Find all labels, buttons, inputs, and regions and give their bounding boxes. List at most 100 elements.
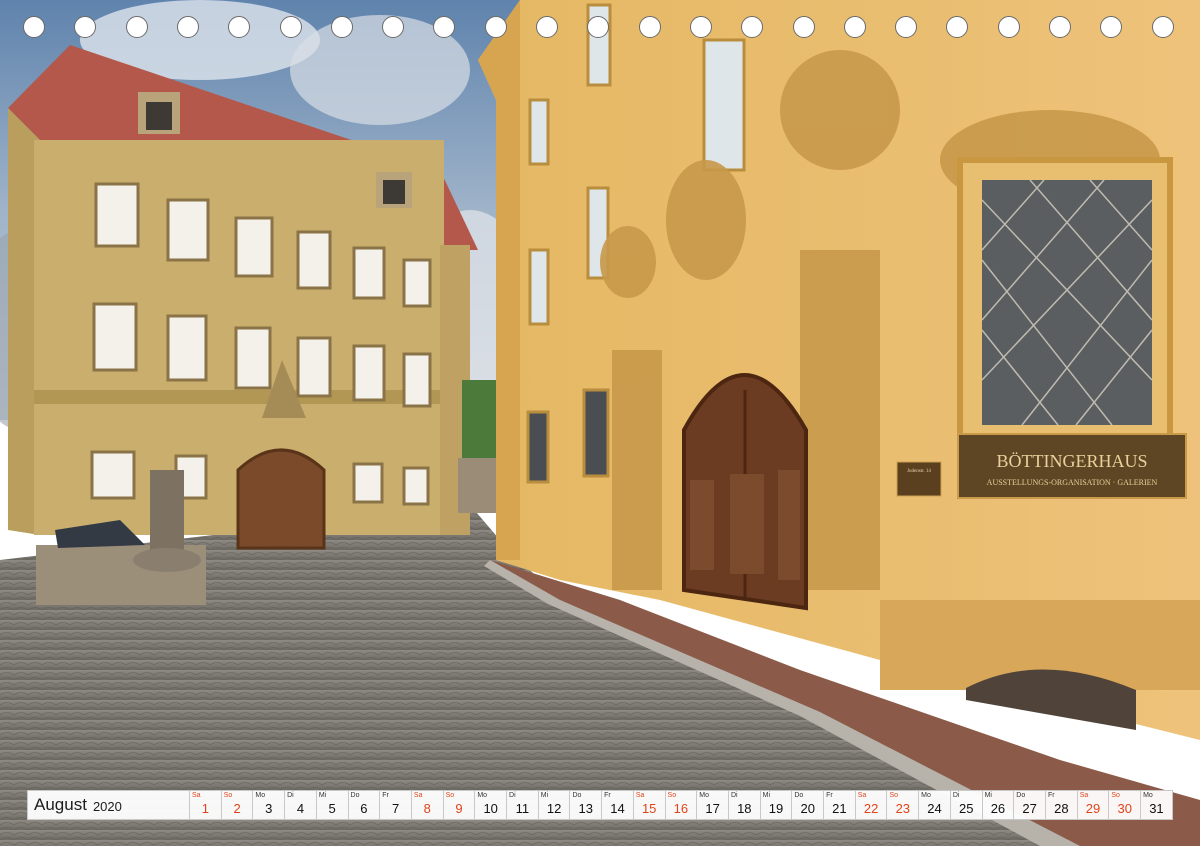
weekday-label: Mi [984,792,992,799]
calendar-day: Sa 29 [1076,790,1109,820]
weekday-label: So [667,792,677,799]
weekday-label: Sa [192,792,201,799]
weekday-label: Sa [635,792,645,799]
weekday-label: Di [952,792,960,799]
weekday-label: So [223,792,233,799]
barred-window [982,180,1152,425]
weekday-label: Fr [382,792,389,799]
calendar-day: Fr 28 [1044,790,1077,820]
day-number: 14 [610,801,625,816]
calendar-day: Sa 15 [632,790,665,820]
day-number: 18 [737,801,752,816]
day-number: 17 [705,801,720,816]
day-number: 9 [455,801,463,816]
weekday-label: Do [1016,792,1026,799]
weekday-label: Mo [255,792,266,799]
weekday-label: Fr [1047,792,1055,799]
day-number: 27 [1022,801,1037,816]
day-number: 25 [958,801,974,816]
calendar-day: Mo 31 [1140,790,1173,820]
calendar-day: So 9 [442,790,475,820]
weekday-label: Do [794,792,804,799]
weekday-label: Di [509,792,516,799]
calendar-day: Di 11 [506,790,538,820]
calendar-day: So 30 [1108,790,1141,820]
weekday-label: Mi [540,792,549,799]
calendar-day: Mi 5 [315,790,348,820]
calendar-day: Mi 12 [537,790,570,820]
calendar-day: Sa 22 [854,790,887,820]
weekday-label: Mo [699,792,709,799]
day-number: 7 [391,801,400,816]
weekday-label: So [889,792,899,799]
street-photo: Judenstr. 14 BÖTTINGERHAUS AUSSTELLUNGS-… [0,0,1200,846]
weekday-label: Sa [857,792,867,799]
address-plaque-text: Judenstr. 14 [907,469,931,474]
day-number: 3 [265,801,273,816]
day-number: 29 [1085,801,1101,816]
building-sign-title: BÖTTINGERHAUS [997,451,1148,471]
day-number: 24 [927,801,942,816]
day-number: 31 [1149,801,1164,816]
month-name: August [34,795,87,814]
weekday-label: Do [350,792,360,799]
day-number: 23 [895,801,911,816]
weekday-label: Do [572,792,582,799]
calendar-day: So 2 [220,790,253,820]
address-plaque [896,461,942,497]
weekday-label: So [1111,792,1120,799]
weekday-label: Mo [921,792,931,799]
day-number: 12 [546,801,562,816]
day-number: 15 [641,801,657,816]
calendar-day: So 23 [886,790,919,820]
weekday-label: Mi [762,792,771,799]
day-number: 11 [515,801,530,816]
calendar-day: Fr 7 [379,790,411,820]
day-number: 19 [768,801,784,816]
calendar-day: Sa 8 [410,790,443,820]
calendar-day: Mo 24 [918,790,950,820]
weekday-label: Di [287,792,294,799]
calendar-day: Sa 1 [189,790,221,820]
day-number: 6 [360,801,368,816]
weekday-label: Sa [413,792,423,799]
day-number: 22 [863,801,879,816]
calendar-day: Mo 3 [252,790,285,820]
calendar-day: Do 27 [1013,790,1045,820]
calendar-day: Do 13 [569,790,602,820]
day-number: 21 [832,801,847,816]
calendar-day: Mi 26 [981,790,1014,820]
calendar-day: Di 25 [949,790,982,820]
calendar-strip: August 2020 Sa 1 So 2 Mo 3 Di 4 Mi 5 Do 6 Fr 7 Sa 8 So 9 M… [27,790,1173,820]
calendar-day: Do 20 [791,790,824,820]
month-year: 2020 [92,799,122,814]
day-number: 8 [423,801,431,816]
calendar-day: Do 6 [347,790,380,820]
weekday-label: Sa [1079,792,1089,799]
weekday-label: Fr [604,792,611,799]
calendar-day: Mo 17 [696,790,728,820]
calendar-page: Judenstr. 14 BÖTTINGERHAUS AUSSTELLUNGS-… [0,0,1200,846]
calendar-day: Fr 21 [823,790,855,820]
day-number: 10 [483,801,498,816]
weekday-label: Mi [318,792,327,799]
day-number: 4 [296,801,305,816]
calendar-day: Mi 19 [759,790,792,820]
day-number: 28 [1054,801,1069,816]
day-number: 20 [800,801,815,816]
weekday-label: Fr [826,792,833,799]
day-number: 13 [578,801,594,816]
calendar-day: Fr 14 [601,790,633,820]
calendar-day: So 16 [664,790,697,820]
calendar-day: Di 4 [284,790,316,820]
weekday-label: So [445,792,455,799]
building-sign-subtitle: AUSSTELLUNGS-ORGANISATION · GALERIEN [987,478,1158,487]
calendar-day: Di 18 [727,790,760,820]
day-number: 1 [201,801,209,816]
day-cells: Sa 1 So 2 Mo 3 Di 4 Mi 5 Do 6 Fr 7 Sa 8 So 9 Mo 10 Di 11 Mi 12 D… [189,790,1173,820]
month-label: August 2020 [27,790,189,820]
day-number: 30 [1117,801,1132,816]
day-number: 5 [328,801,336,816]
day-number: 2 [233,801,241,816]
day-number: 26 [990,801,1006,816]
